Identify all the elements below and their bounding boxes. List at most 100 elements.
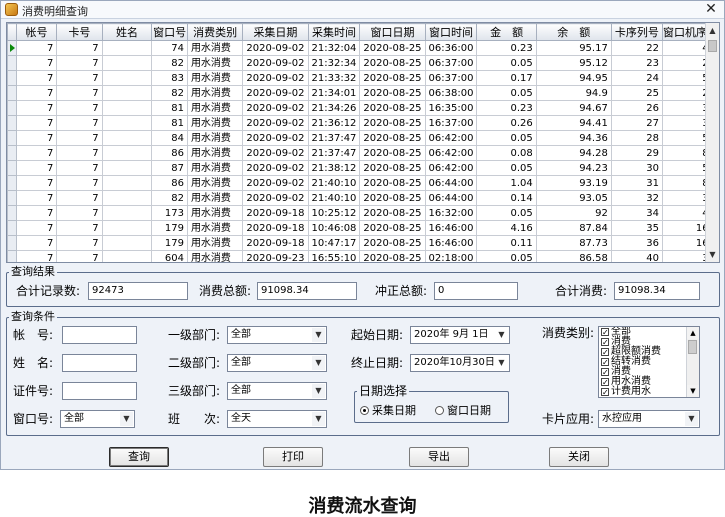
table-cell[interactable]: 10:47:17 xyxy=(307,235,361,251)
scroll-down-icon[interactable]: ▼ xyxy=(687,385,699,397)
table-cell[interactable]: 2020-09-02 xyxy=(242,190,309,206)
table-cell[interactable]: 0.08 xyxy=(476,145,537,161)
table-cell[interactable]: 604 xyxy=(151,250,188,262)
table-cell[interactable]: 06:38:00 xyxy=(424,85,478,101)
row-indicator[interactable] xyxy=(7,85,17,101)
table-cell[interactable]: 21:37:47 xyxy=(307,145,361,161)
chevron-down-icon[interactable]: ▼ xyxy=(495,328,508,342)
table-cell[interactable]: 7 xyxy=(56,175,103,191)
table-cell[interactable]: 2020-08-25 xyxy=(359,40,426,56)
table-cell[interactable]: 1.04 xyxy=(476,175,537,191)
table-cell[interactable]: 2020-08-25 xyxy=(359,235,426,251)
table-row[interactable]: 7 7 81 用水消费 2020-09-02 21:34:26 2020-08-25 16:3… xyxy=(7,100,719,116)
table-cell[interactable]: 7 xyxy=(56,130,103,146)
grid-header-cell[interactable]: 金 额 xyxy=(476,23,537,41)
id-number-input[interactable] xyxy=(62,382,137,400)
row-indicator[interactable] xyxy=(7,70,17,86)
table-cell[interactable]: 用水消费 xyxy=(186,40,244,56)
table-cell[interactable]: 2020-08-25 xyxy=(359,70,426,86)
table-cell[interactable]: 0.17 xyxy=(476,70,537,86)
checkbox-checked-icon[interactable]: ✓ xyxy=(601,368,609,377)
table-cell[interactable]: 用水消费 xyxy=(186,100,244,116)
table-cell[interactable]: 7 xyxy=(56,250,103,262)
correction-total-field[interactable]: 0 xyxy=(434,282,518,300)
table-cell[interactable]: 7 xyxy=(15,205,58,221)
table-cell[interactable]: 34 xyxy=(610,205,663,221)
table-cell[interactable]: 82 xyxy=(151,85,188,101)
table-cell[interactable] xyxy=(101,100,153,116)
table-cell[interactable] xyxy=(101,85,153,101)
table-cell[interactable]: 32 xyxy=(610,190,663,206)
table-row[interactable]: 7 7 87 用水消费 2020-09-02 21:38:12 2020-08-25 06:4… xyxy=(7,160,719,176)
table-row[interactable]: 7 7 86 用水消费 2020-09-02 21:37:47 2020-08-25 06:4… xyxy=(7,145,719,161)
table-cell[interactable]: 21:40:10 xyxy=(307,190,361,206)
table-cell[interactable]: 23 xyxy=(610,55,663,71)
table-cell[interactable]: 2020-08-25 xyxy=(359,250,426,262)
table-cell[interactable]: 22 xyxy=(610,40,663,56)
table-cell[interactable]: 06:42:00 xyxy=(424,160,478,176)
table-cell[interactable]: 82 xyxy=(151,190,188,206)
category-checklist[interactable]: ✓ 全部 ✓ 消费 ✓ 超限额消费 ✓ 结转消费 ✓ 消费 ✓ 用水消费 ✓ 计费用水 ▲ ▼ xyxy=(598,326,700,398)
total-consume-field[interactable]: 91098.34 xyxy=(614,282,700,300)
table-cell[interactable]: 82 xyxy=(151,55,188,71)
grid-header-cell[interactable]: 窗口时间 xyxy=(424,23,478,41)
table-cell[interactable]: 2020-09-18 xyxy=(242,220,309,236)
table-cell[interactable]: 16:35:00 xyxy=(424,100,478,116)
table-cell[interactable]: 2020-08-25 xyxy=(359,160,426,176)
row-indicator[interactable] xyxy=(7,250,17,262)
table-cell[interactable]: 21:34:26 xyxy=(307,100,361,116)
table-cell[interactable]: 4.16 xyxy=(476,220,537,236)
table-cell[interactable]: 93.19 xyxy=(535,175,612,191)
chevron-down-icon[interactable]: ▼ xyxy=(685,412,698,426)
row-indicator[interactable] xyxy=(7,160,17,176)
table-cell[interactable]: 24 xyxy=(610,70,663,86)
table-cell[interactable]: 用水消费 xyxy=(186,160,244,176)
table-cell[interactable] xyxy=(101,205,153,221)
table-cell[interactable] xyxy=(101,235,153,251)
table-cell[interactable]: 用水消费 xyxy=(186,205,244,221)
name-input[interactable] xyxy=(62,354,137,372)
grid-header-cell[interactable]: 采集时间 xyxy=(307,23,361,41)
table-cell[interactable]: 31 xyxy=(610,175,663,191)
table-cell[interactable]: 21:37:47 xyxy=(307,130,361,146)
table-cell[interactable]: 21:32:34 xyxy=(307,55,361,71)
grid-header-cell[interactable]: 余 额 xyxy=(535,23,612,41)
row-indicator[interactable] xyxy=(7,190,17,206)
table-cell[interactable]: 用水消费 xyxy=(186,55,244,71)
table-cell[interactable]: 2020-08-25 xyxy=(359,130,426,146)
table-cell[interactable] xyxy=(101,220,153,236)
table-cell[interactable]: 94.9 xyxy=(535,85,612,101)
row-indicator[interactable] xyxy=(7,40,17,56)
chevron-down-icon[interactable]: ▼ xyxy=(312,328,325,342)
checkbox-checked-icon[interactable]: ✓ xyxy=(601,338,609,347)
table-cell[interactable]: 06:44:00 xyxy=(424,190,478,206)
table-cell[interactable]: 179 xyxy=(151,235,188,251)
table-cell[interactable]: 06:42:00 xyxy=(424,145,478,161)
table-cell[interactable]: 2020-09-02 xyxy=(242,115,309,131)
table-cell[interactable]: 2020-08-25 xyxy=(359,190,426,206)
table-cell[interactable]: 7 xyxy=(15,145,58,161)
table-cell[interactable]: 7 xyxy=(15,160,58,176)
category-scrollbar[interactable]: ▲ ▼ xyxy=(686,327,699,397)
records-grid[interactable]: 帐号 卡号 姓名 窗口号 消费类别 采集日期 采集时间 窗口日期 窗口时间金 额余 额卡序列号窗… xyxy=(6,22,720,263)
table-cell[interactable]: 2020-08-25 xyxy=(359,220,426,236)
table-cell[interactable]: 94.67 xyxy=(535,100,612,116)
table-cell[interactable]: 2020-09-18 xyxy=(242,205,309,221)
table-cell[interactable]: 36 xyxy=(610,235,663,251)
grid-header-cell[interactable]: 消费类别 xyxy=(186,23,244,41)
table-cell[interactable]: 7 xyxy=(15,175,58,191)
table-cell[interactable]: 74 xyxy=(151,40,188,56)
grid-header-cell[interactable]: 窗口号 xyxy=(151,23,188,41)
table-cell[interactable] xyxy=(101,40,153,56)
table-cell[interactable]: 用水消费 xyxy=(186,115,244,131)
table-cell[interactable]: 21:36:12 xyxy=(307,115,361,131)
grid-header-cell[interactable]: 姓名 xyxy=(101,23,153,41)
chevron-down-icon[interactable]: ▼ xyxy=(312,384,325,398)
table-cell[interactable]: 2020-09-02 xyxy=(242,175,309,191)
table-cell[interactable] xyxy=(101,250,153,262)
chevron-down-icon[interactable]: ▼ xyxy=(120,412,133,426)
checkbox-checked-icon[interactable]: ✓ xyxy=(601,378,609,387)
table-cell[interactable]: 用水消费 xyxy=(186,220,244,236)
export-button[interactable]: 导出 xyxy=(409,447,469,467)
table-cell[interactable]: 2020-09-18 xyxy=(242,235,309,251)
